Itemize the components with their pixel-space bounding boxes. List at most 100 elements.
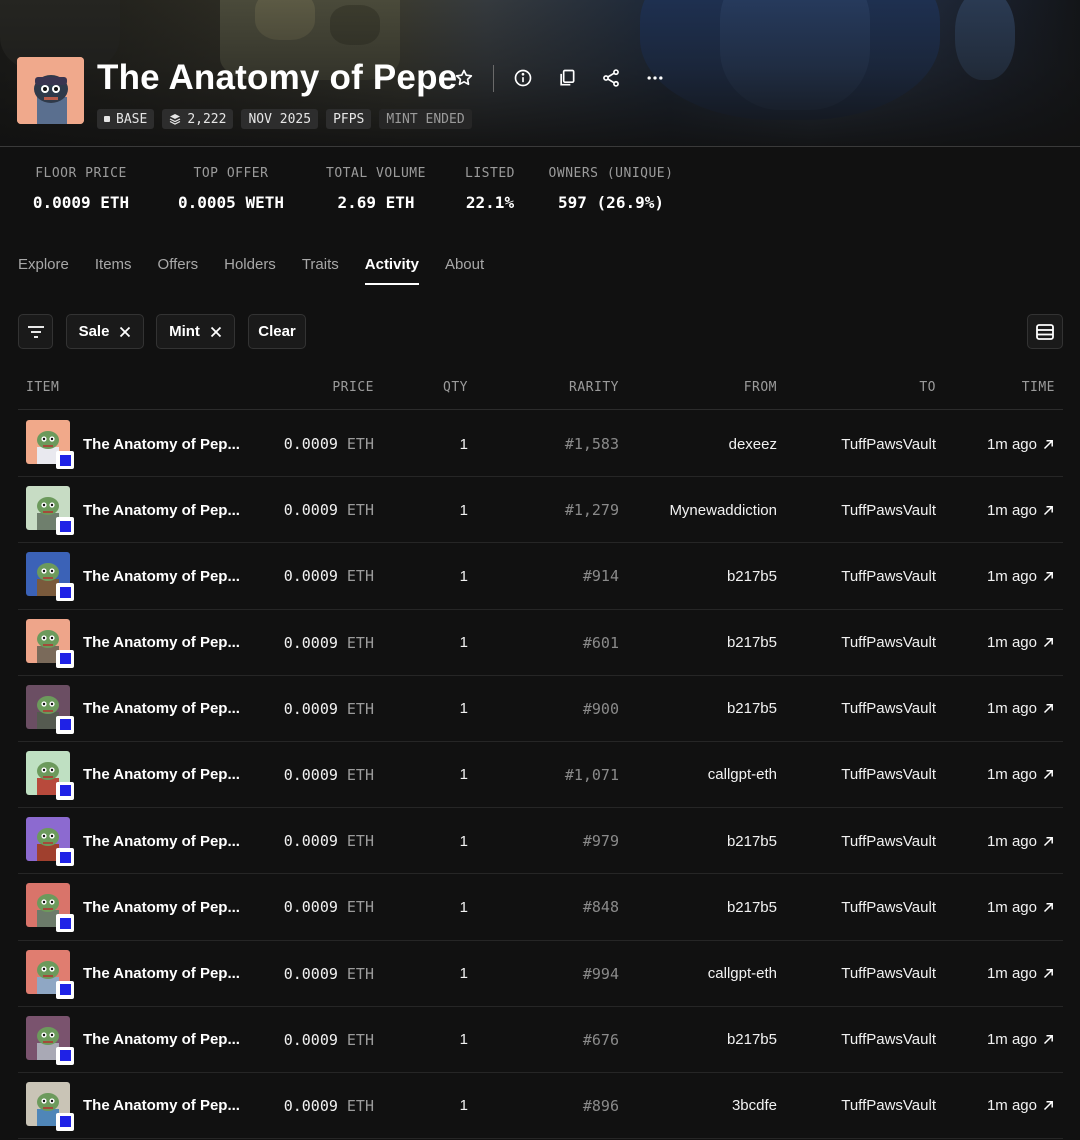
to-address[interactable]: TuffPawsVault [841, 742, 936, 808]
to-address[interactable]: TuffPawsVault [841, 808, 936, 874]
favorite-star-icon[interactable] [450, 64, 478, 92]
table-row[interactable]: The Anatomy of Pep... 0.0009 ETH 1 #914 b217b… [18, 543, 1063, 610]
time-label: 1m ago [986, 501, 1037, 519]
col-rarity[interactable]: RARITY [569, 380, 619, 395]
item-name[interactable]: The Anatomy of Pep... [83, 676, 240, 742]
from-address[interactable]: b217b5 [727, 543, 777, 609]
to-address[interactable]: TuffPawsVault [841, 610, 936, 676]
item-name[interactable]: The Anatomy of Pep... [83, 543, 240, 609]
from-address[interactable]: b217b5 [727, 610, 777, 676]
clear-filters-button[interactable]: Clear [248, 314, 306, 349]
from-address[interactable]: 3bcdfe [732, 1073, 777, 1139]
tab-activity[interactable]: Activity [364, 256, 420, 285]
item-thumbnail[interactable] [26, 817, 74, 867]
filter-icon [27, 325, 44, 338]
from-address[interactable]: b217b5 [727, 676, 777, 742]
tab-about[interactable]: About [445, 256, 484, 285]
item-thumbnail[interactable] [26, 949, 74, 999]
item-name[interactable]: The Anatomy of Pep... [83, 941, 240, 1007]
external-link-arrow-icon [1043, 770, 1053, 780]
table-row[interactable]: The Anatomy of Pep... 0.0009 ETH 1 #1,071 cal… [18, 742, 1063, 809]
to-address[interactable]: TuffPawsVault [841, 676, 936, 742]
to-address[interactable]: TuffPawsVault [841, 1073, 936, 1139]
col-to[interactable]: TO [919, 380, 936, 395]
filter-chip-mint[interactable]: Mint [156, 314, 235, 349]
table-row[interactable]: The Anatomy of Pep... 0.0009 ETH 1 #896 3bcdf… [18, 1073, 1063, 1140]
price-cell: 0.0009 ETH [284, 477, 374, 543]
item-thumbnail[interactable] [26, 883, 74, 933]
more-options-icon[interactable] [641, 64, 669, 92]
close-icon[interactable] [210, 326, 222, 338]
item-thumbnail[interactable] [26, 750, 74, 800]
chain-badge-icon [56, 848, 74, 867]
to-address[interactable]: TuffPawsVault [841, 411, 936, 477]
table-row[interactable]: The Anatomy of Pep... 0.0009 ETH 1 #1,583 dex… [18, 411, 1063, 478]
item-thumbnail[interactable] [26, 684, 74, 734]
from-address[interactable]: b217b5 [727, 1007, 777, 1073]
chain-tag[interactable]: BASE [97, 109, 155, 129]
share-icon[interactable] [597, 64, 625, 92]
item-thumbnail[interactable] [26, 1015, 74, 1065]
from-address[interactable]: callgpt-eth [708, 742, 777, 808]
item-name[interactable]: The Anatomy of Pep... [83, 874, 240, 940]
item-name[interactable]: The Anatomy of Pep... [83, 808, 240, 874]
time-link[interactable]: 1m ago [987, 543, 1054, 609]
time-link[interactable]: 1m ago [987, 874, 1054, 940]
table-row[interactable]: The Anatomy of Pep... 0.0009 ETH 1 #994 callg… [18, 941, 1063, 1007]
tab-explore[interactable]: Explore [18, 256, 69, 285]
item-name[interactable]: The Anatomy of Pep... [83, 1007, 240, 1073]
table-row[interactable]: The Anatomy of Pep... 0.0009 ETH 1 #676 b217b… [18, 1007, 1063, 1073]
item-name[interactable]: The Anatomy of Pep... [83, 411, 240, 477]
time-link[interactable]: 1m ago [987, 610, 1054, 676]
table-row[interactable]: The Anatomy of Pep... 0.0009 ETH 1 #1,279 Myn… [18, 477, 1063, 544]
table-row[interactable]: The Anatomy of Pep... 0.0009 ETH 1 #900 b217b… [18, 676, 1063, 742]
to-address[interactable]: TuffPawsVault [841, 1007, 936, 1073]
item-name[interactable]: The Anatomy of Pep... [83, 742, 240, 808]
time-link[interactable]: 1m ago [987, 1073, 1054, 1139]
price-cell: 0.0009 ETH [284, 941, 374, 1007]
time-link[interactable]: 1m ago [987, 1007, 1054, 1073]
time-link[interactable]: 1m ago [987, 742, 1054, 808]
col-item[interactable]: ITEM [26, 380, 59, 395]
col-qty[interactable]: QTY [443, 380, 468, 395]
tab-holders[interactable]: Holders [224, 256, 276, 285]
col-price[interactable]: PRICE [332, 380, 374, 395]
from-address[interactable]: b217b5 [727, 874, 777, 940]
item-name[interactable]: The Anatomy of Pep... [83, 610, 240, 676]
item-thumbnail[interactable] [26, 1081, 74, 1131]
to-address[interactable]: TuffPawsVault [841, 941, 936, 1007]
from-address[interactable]: dexeez [729, 411, 777, 477]
table-row[interactable]: The Anatomy of Pep... 0.0009 ETH 1 #848 b217b… [18, 874, 1063, 941]
close-icon[interactable] [119, 326, 131, 338]
copy-icon[interactable] [553, 64, 581, 92]
col-time[interactable]: TIME [1022, 380, 1055, 395]
item-thumbnail[interactable] [26, 552, 74, 602]
table-view-toggle-button[interactable] [1027, 314, 1063, 349]
info-icon[interactable] [509, 64, 537, 92]
from-address[interactable]: b217b5 [727, 808, 777, 874]
col-from[interactable]: FROM [744, 380, 777, 395]
time-link[interactable]: 1m ago [987, 411, 1054, 477]
filter-chip-sale[interactable]: Sale [66, 314, 144, 349]
table-row[interactable]: The Anatomy of Pep... 0.0009 ETH 1 #601 b217b… [18, 610, 1063, 676]
tab-traits[interactable]: Traits [302, 256, 339, 285]
from-address[interactable]: Mynewaddiction [669, 477, 777, 543]
category-tag[interactable]: PFPS [326, 109, 372, 129]
filter-toggle-button[interactable] [18, 314, 53, 349]
item-name[interactable]: The Anatomy of Pep... [83, 477, 240, 543]
to-address[interactable]: TuffPawsVault [841, 477, 936, 543]
tab-items[interactable]: Items [95, 256, 132, 285]
time-link[interactable]: 1m ago [987, 808, 1054, 874]
to-address[interactable]: TuffPawsVault [841, 874, 936, 940]
time-link[interactable]: 1m ago [987, 941, 1054, 1007]
item-thumbnail[interactable] [26, 618, 74, 668]
time-link[interactable]: 1m ago [987, 676, 1054, 742]
to-address[interactable]: TuffPawsVault [841, 543, 936, 609]
time-link[interactable]: 1m ago [987, 477, 1054, 543]
from-address[interactable]: callgpt-eth [708, 941, 777, 1007]
table-row[interactable]: The Anatomy of Pep... 0.0009 ETH 1 #979 b217b… [18, 808, 1063, 875]
item-thumbnail[interactable] [26, 486, 74, 536]
item-name[interactable]: The Anatomy of Pep... [83, 1073, 240, 1139]
item-thumbnail[interactable] [26, 420, 74, 469]
tab-offers[interactable]: Offers [158, 256, 199, 285]
